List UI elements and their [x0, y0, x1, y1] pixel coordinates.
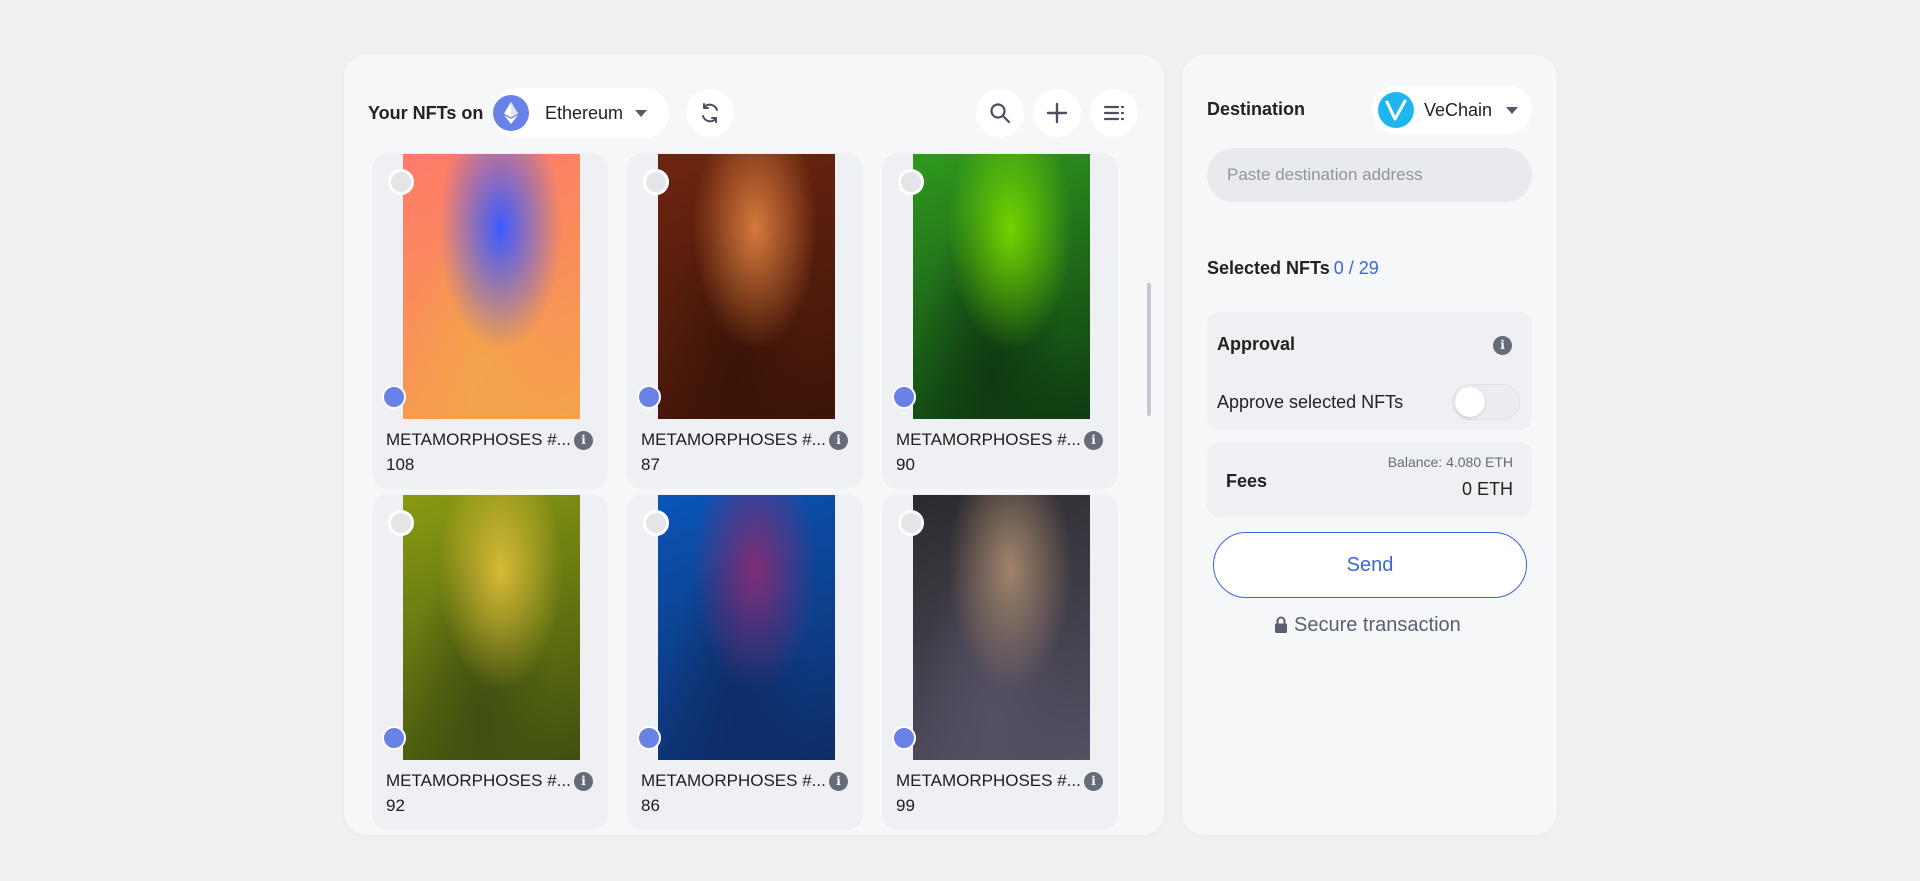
selected-nfts-summary: Selected NFTs 0 / 29 — [1207, 258, 1379, 279]
nft-image — [913, 495, 1090, 760]
approve-toggle[interactable] — [1452, 384, 1520, 420]
select-radio[interactable] — [643, 510, 669, 536]
balance-text: Balance: 4.080 ETH — [1387, 454, 1513, 470]
info-icon[interactable]: i — [574, 431, 593, 450]
send-button[interactable]: Send — [1213, 532, 1527, 598]
select-radio[interactable] — [643, 169, 669, 195]
ethereum-badge-icon — [382, 726, 406, 750]
info-icon[interactable]: i — [1493, 336, 1512, 355]
approval-title: Approval — [1217, 334, 1296, 354]
chevron-down-icon — [635, 110, 647, 117]
chevron-down-icon — [1506, 107, 1518, 114]
select-radio[interactable] — [388, 169, 414, 195]
search-button[interactable] — [976, 89, 1024, 137]
gallery-title: Your NFTs on — [368, 103, 484, 123]
ethereum-badge-icon — [637, 726, 661, 750]
nft-token-id: 90 — [896, 455, 915, 474]
source-chain-label: Ethereum — [545, 103, 624, 123]
nft-image — [913, 154, 1090, 419]
fees-label: Fees — [1226, 471, 1268, 491]
ethereum-badge-icon — [382, 385, 406, 409]
destination-chain-label: VeChain — [1424, 100, 1493, 120]
ethereum-badge-icon — [892, 726, 916, 750]
nft-card[interactable]: METAMORPHOSES #... i 108 — [372, 153, 608, 489]
add-button[interactable] — [1033, 89, 1081, 137]
view-options-button[interactable] — [1090, 89, 1138, 137]
nft-image — [658, 154, 835, 419]
approve-label: Approve selected NFTs — [1217, 392, 1404, 412]
nft-card[interactable]: METAMORPHOSES #... i 90 — [882, 153, 1118, 489]
nft-name: METAMORPHOSES #... — [896, 771, 1081, 790]
gallery-header: Your NFTs on Ethereum — [368, 88, 1140, 138]
nft-name: METAMORPHOSES #... — [641, 430, 826, 449]
nft-name: METAMORPHOSES #... — [386, 430, 571, 449]
nft-token-id: 86 — [641, 796, 660, 815]
toggle-knob — [1455, 387, 1485, 417]
nft-card[interactable]: METAMORPHOSES #... i 86 — [627, 494, 863, 830]
destination-label: Destination — [1207, 99, 1306, 119]
vechain-icon — [1378, 92, 1414, 128]
nft-name: METAMORPHOSES #... — [386, 771, 571, 790]
nft-token-id: 92 — [386, 796, 405, 815]
nft-name: METAMORPHOSES #... — [896, 430, 1081, 449]
ethereum-icon — [493, 95, 529, 131]
source-chain-selector[interactable]: Ethereum — [493, 88, 669, 138]
gallery-scrollbar[interactable] — [1147, 283, 1151, 416]
ethereum-badge-icon — [892, 385, 916, 409]
info-icon[interactable]: i — [829, 772, 848, 791]
info-icon[interactable]: i — [829, 431, 848, 450]
select-radio[interactable] — [898, 169, 924, 195]
lock-icon — [1275, 616, 1287, 633]
nft-name: METAMORPHOSES #... — [641, 771, 826, 790]
refresh-button[interactable] — [686, 89, 734, 137]
nft-token-id: 108 — [386, 455, 415, 474]
nft-card[interactable]: METAMORPHOSES #... i 92 — [372, 494, 608, 830]
select-radio[interactable] — [388, 510, 414, 536]
fee-value: 0 ETH — [1461, 479, 1513, 499]
destination-address-input[interactable] — [1207, 148, 1532, 202]
refresh-icon — [702, 103, 718, 123]
fees-section: Fees Balance: 4.080 ETH 0 ETH — [1207, 442, 1532, 517]
approval-section: Approval i Approve selected NFTs — [1207, 312, 1532, 430]
nft-grid: METAMORPHOSES #... i 108 METAMORPHOSES #… — [372, 153, 1132, 835]
plus-icon — [1046, 102, 1068, 124]
search-icon — [990, 103, 1011, 124]
selected-nfts-count: 0 / 29 — [1333, 258, 1379, 278]
info-icon[interactable]: i — [574, 772, 593, 791]
destination-chain-selector[interactable]: VeChain — [1372, 86, 1532, 134]
ethereum-badge-icon — [637, 385, 661, 409]
select-radio[interactable] — [898, 510, 924, 536]
nft-gallery-panel: Your NFTs on Ethereum METAMORPHOSES #...… — [344, 55, 1164, 835]
nft-image — [403, 495, 580, 760]
selected-nfts-label: Selected NFTs — [1207, 258, 1330, 278]
nft-token-id: 99 — [896, 796, 915, 815]
nft-image — [658, 495, 835, 760]
nft-token-id: 87 — [641, 455, 660, 474]
nft-card[interactable]: METAMORPHOSES #... i 87 — [627, 153, 863, 489]
secure-transaction-label: Secure transaction — [1294, 614, 1461, 636]
nft-image — [403, 154, 580, 419]
info-icon[interactable]: i — [1084, 431, 1103, 450]
list-filter-icon — [1103, 105, 1125, 121]
info-icon[interactable]: i — [1084, 772, 1103, 791]
nft-card[interactable]: METAMORPHOSES #... i 99 — [882, 494, 1118, 830]
transfer-panel: Destination VeChain Selected NFTs0 / 29 … — [1182, 55, 1557, 835]
